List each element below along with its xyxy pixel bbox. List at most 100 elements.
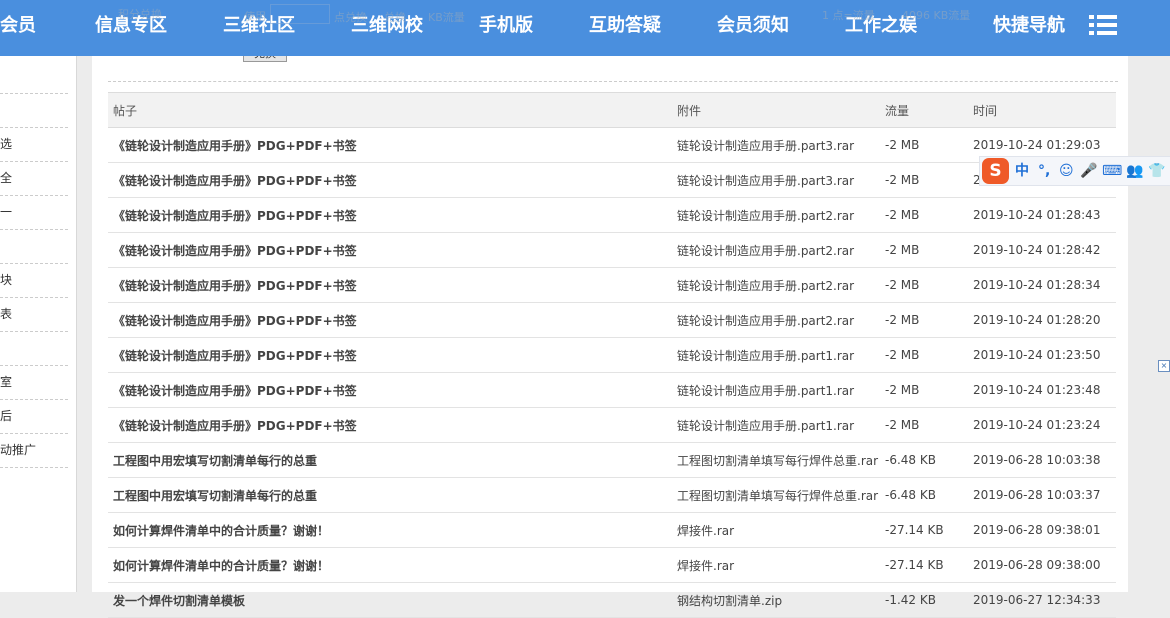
attachment-link[interactable]: 链轮设计制造应用手册.part3.rar (672, 162, 880, 198)
time-cell: 2019-06-28 10:03:37 (968, 477, 1116, 513)
table-row: 《链轮设计制造应用手册》PDG+PDF+书签 链轮设计制造应用手册.part2.r… (108, 232, 1116, 268)
exchange-rate-label: 1 点=流量 (822, 9, 875, 22)
time-cell: 2019-10-24 01:23:24 (968, 407, 1116, 443)
attachment-link[interactable]: 钢结构切割清单.zip (672, 582, 880, 618)
time-cell: 2019-06-27 12:34:33 (968, 582, 1116, 618)
sidebar-item[interactable]: 全 (0, 162, 68, 196)
nav-link-3d-school[interactable]: 三维网校 (351, 0, 423, 52)
sidebar-item[interactable]: 一 (0, 196, 68, 230)
post-title-link[interactable]: 《链轮设计制造应用手册》PDG+PDF+书签 (108, 337, 672, 373)
table-row: 工程图中用宏填写切割清单每行的总重 工程图切割清单填写每行焊件总重.rar -6.4… (108, 477, 1116, 513)
flow-cell: -2 MB (880, 267, 968, 303)
post-title-link[interactable]: 如何计算焊件清单中的合计质量？谢谢！ (108, 512, 672, 548)
post-title-link[interactable]: 《链轮设计制造应用手册》PDG+PDF+书签 (108, 162, 672, 198)
hamburger-icon[interactable] (1089, 15, 1117, 35)
attachment-link[interactable]: 链轮设计制造应用手册.part3.rar (672, 127, 880, 163)
table-row: 《链轮设计制造应用手册》PDG+PDF+书签 链轮设计制造应用手册.part1.r… (108, 372, 1116, 408)
post-title-link[interactable]: 《链轮设计制造应用手册》PDG+PDF+书签 (108, 267, 672, 303)
attachment-link[interactable]: 工程图切割清单填写每行焊件总重.rar (672, 477, 880, 513)
sidebar-item[interactable]: 选 (0, 128, 68, 162)
table-row: 《链轮设计制造应用手册》PDG+PDF+书签 链轮设计制造应用手册.part2.r… (108, 197, 1116, 233)
flow-cell: -2 MB (880, 337, 968, 373)
table-row: 发一个焊件切割清单模板 钢结构切割清单.zip -1.42 KB 2019-06-27… (108, 582, 1116, 618)
header-post: 帖子 (108, 92, 672, 128)
time-cell: 2019-10-24 01:28:43 (968, 197, 1116, 233)
user-icon[interactable]: 👥 (1126, 161, 1143, 181)
ime-toolbar: S 中 °, ☺ 🎤 ⌨ 👥 👕 (979, 156, 1170, 186)
sidebar-item[interactable] (0, 230, 68, 264)
sidebar-item[interactable]: 室 (0, 366, 68, 400)
table-row: 《链轮设计制造应用手册》PDG+PDF+书签 链轮设计制造应用手册.part1.r… (108, 337, 1116, 373)
time-cell: 2019-06-28 09:38:00 (968, 547, 1116, 583)
flow-cell: -6.48 KB (880, 477, 968, 513)
keyboard-icon[interactable]: ⌨ (1102, 161, 1122, 181)
post-title-link[interactable]: 工程图中用宏填写切割清单每行的总重 (108, 442, 672, 478)
table-row: 如何计算焊件清单中的合计质量？谢谢！ 焊接件.rar -27.14 KB 2019-0… (108, 547, 1116, 583)
table-row: 如何计算焊件清单中的合计质量？谢谢！ 焊接件.rar -27.14 KB 2019-0… (108, 512, 1116, 548)
sidebar-item[interactable]: 后 (0, 400, 68, 434)
attachment-link[interactable]: 焊接件.rar (672, 512, 880, 548)
header-flow: 流量 (880, 92, 968, 128)
time-cell: 2019-10-24 01:28:42 (968, 232, 1116, 268)
sidebar-item[interactable]: 表 (0, 298, 68, 332)
post-title-link[interactable]: 如何计算焊件清单中的合计质量？谢谢！ (108, 547, 672, 583)
divider (108, 81, 1118, 82)
flow-cell: -2 MB (880, 162, 968, 198)
post-title-link[interactable]: 《链轮设计制造应用手册》PDG+PDF+书签 (108, 127, 672, 163)
post-title-link[interactable]: 《链轮设计制造应用手册》PDG+PDF+书签 (108, 302, 672, 338)
post-title-link[interactable]: 《链轮设计制造应用手册》PDG+PDF+书签 (108, 197, 672, 233)
emoji-icon[interactable]: ☺ (1059, 161, 1074, 181)
exchange-rate-value: 4096 KB流量 (902, 9, 971, 22)
attachment-link[interactable]: 链轮设计制造应用手册.part2.rar (672, 197, 880, 233)
nav-link-quick-nav[interactable]: 快捷导航 (993, 0, 1065, 52)
microphone-icon[interactable]: 🎤 (1080, 161, 1097, 181)
exchange-heading: 积分兑换 (118, 8, 162, 21)
sidebar-item[interactable]: 块 (0, 264, 68, 298)
skin-icon[interactable]: 👕 (1148, 161, 1165, 181)
table-row: 《链轮设计制造应用手册》PDG+PDF+书签 链轮设计制造应用手册.part1.r… (108, 407, 1116, 443)
flow-cell: -2 MB (880, 372, 968, 408)
flow-cell: -2 MB (880, 127, 968, 163)
attachment-link[interactable]: 链轮设计制造应用手册.part1.rar (672, 372, 880, 408)
close-icon[interactable]: × (1158, 360, 1170, 372)
post-title-link[interactable]: 发一个焊件切割清单模板 (108, 582, 672, 618)
nav-link-member[interactable]: 会员 (0, 0, 36, 52)
post-title-link[interactable]: 《链轮设计制造应用手册》PDG+PDF+书签 (108, 407, 672, 443)
table-row: 《链轮设计制造应用手册》PDG+PDF+书签 链轮设计制造应用手册.part2.r… (108, 302, 1116, 338)
nav-link-qa[interactable]: 互助答疑 (589, 0, 661, 52)
exchange-label: 兑换 (384, 11, 406, 24)
sidebar-item[interactable] (0, 332, 68, 366)
nav-link-member-notice[interactable]: 会员须知 (717, 0, 789, 52)
flow-cell: -27.14 KB (880, 547, 968, 583)
sidebar-item[interactable] (0, 94, 68, 128)
use-label: 使用 (244, 10, 266, 23)
sidebar-item[interactable]: 动推广 (0, 434, 68, 468)
flow-cell: -1.42 KB (880, 582, 968, 618)
header-attachment: 附件 (672, 92, 880, 128)
attachment-link[interactable]: 链轮设计制造应用手册.part1.rar (672, 337, 880, 373)
post-title-link[interactable]: 《链轮设计制造应用手册》PDG+PDF+书签 (108, 372, 672, 408)
header-time: 时间 (968, 92, 1116, 128)
exchange-amount-input[interactable] (270, 4, 330, 24)
sogou-logo-icon[interactable]: S (982, 158, 1009, 184)
chinese-mode-icon[interactable]: 中 (1015, 161, 1029, 181)
nav-link-mobile[interactable]: 手机版 (479, 0, 533, 52)
attachment-link[interactable]: 链轮设计制造应用手册.part2.rar (672, 232, 880, 268)
left-sidebar: 选 全 一 块 表 室 后 动推广 (0, 56, 77, 592)
table-header-row: 帖子 附件 流量 时间 (108, 92, 1116, 128)
punctuation-icon[interactable]: °, (1038, 161, 1050, 181)
flow-cell: -6.48 KB (880, 442, 968, 478)
attachment-link[interactable]: 焊接件.rar (672, 547, 880, 583)
attachment-link[interactable]: 链轮设计制造应用手册.part2.rar (672, 267, 880, 303)
post-title-link[interactable]: 《链轮设计制造应用手册》PDG+PDF+书签 (108, 232, 672, 268)
top-navigation-bar: 会员 信息专区 三维社区 三维网校 手机版 互助答疑 会员须知 工作之娱 快捷导… (0, 0, 1170, 56)
attachment-link[interactable]: 链轮设计制造应用手册.part2.rar (672, 302, 880, 338)
time-cell: 2019-10-24 01:28:34 (968, 267, 1116, 303)
post-title-link[interactable]: 工程图中用宏填写切割清单每行的总重 (108, 477, 672, 513)
table-row: 《链轮设计制造应用手册》PDG+PDF+书签 链轮设计制造应用手册.part3.r… (108, 127, 1116, 163)
time-cell: 2019-10-24 01:23:50 (968, 337, 1116, 373)
sidebar-item[interactable] (0, 60, 68, 94)
main-content: 兑换 帖子 附件 流量 时间 《链轮设计制造应用手册》PDG+PDF+书签链轮设… (92, 44, 1128, 618)
attachment-link[interactable]: 链轮设计制造应用手册.part1.rar (672, 407, 880, 443)
attachment-link[interactable]: 工程图切割清单填写每行焊件总重.rar (672, 442, 880, 478)
